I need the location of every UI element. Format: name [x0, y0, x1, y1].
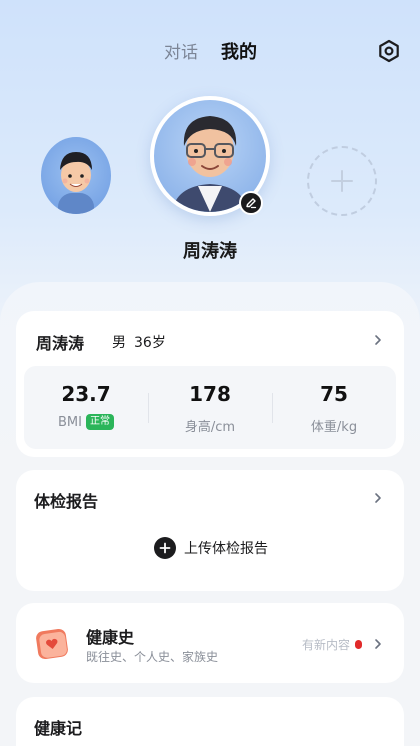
weight-label: 体重/kg — [310, 420, 358, 435]
height-label: 身高/cm — [184, 420, 236, 435]
medical-report-card[interactable]: 体检报告 上传体检报告 — [16, 470, 404, 591]
info-name: 周涛涛 — [36, 334, 85, 353]
top-tab-bar: 对话 我的 — [0, 38, 420, 66]
settings-button[interactable] — [376, 38, 402, 64]
settings-hexagon-icon — [379, 39, 399, 63]
personal-info-card[interactable]: 周涛涛 男 36岁 23.7 BMI 正常 178 身高/cm 75 体重/kg — [16, 311, 404, 457]
history-title: 健康史 — [86, 628, 135, 647]
body-stats-panel: 23.7 BMI 正常 178 身高/cm 75 体重/kg — [24, 366, 396, 449]
info-age: 36岁 — [134, 335, 166, 351]
height-value: 178 — [189, 382, 231, 406]
health-notes-card[interactable]: 健康记 — [16, 697, 404, 746]
add-profile-button[interactable] — [307, 146, 377, 216]
notes-title: 健康记 — [34, 719, 83, 738]
weight-value: 75 — [320, 382, 348, 406]
bmi-status-badge: 正常 — [85, 414, 114, 430]
history-subtitle: 既往史、个人史、家族史 — [86, 650, 219, 664]
notification-dot — [355, 640, 362, 649]
chevron-right-icon — [375, 493, 381, 503]
tab-me[interactable]: 我的 — [221, 38, 257, 64]
pencil-edit-icon — [246, 198, 257, 209]
stat-weight: 75 体重/kg — [272, 366, 396, 449]
edit-profile-button[interactable] — [239, 191, 263, 215]
calendar-heart-icon — [36, 628, 68, 660]
bmi-label: BMI — [58, 414, 82, 430]
new-content-status: 有新内容 — [302, 638, 351, 652]
chevron-right-icon — [375, 639, 381, 649]
report-title: 体检报告 — [34, 492, 99, 511]
plus-icon — [331, 170, 353, 192]
health-history-card[interactable]: 健康史 既往史、个人史、家族史 有新内容 — [16, 603, 404, 683]
upload-report-label: 上传体检报告 — [184, 541, 268, 557]
bmi-value: 23.7 — [61, 382, 111, 406]
info-gender: 男 — [112, 335, 126, 351]
current-profile-name: 周涛涛 — [183, 241, 237, 262]
chevron-right-icon — [375, 335, 381, 345]
plus-circle-icon — [154, 537, 176, 559]
avatar-secondary-profile[interactable] — [41, 137, 111, 214]
upload-report-button[interactable]: 上传体检报告 — [154, 536, 268, 560]
tab-chat[interactable]: 对话 — [164, 38, 198, 63]
stat-bmi: 23.7 BMI 正常 — [24, 366, 148, 449]
stat-height: 178 身高/cm — [148, 366, 272, 449]
